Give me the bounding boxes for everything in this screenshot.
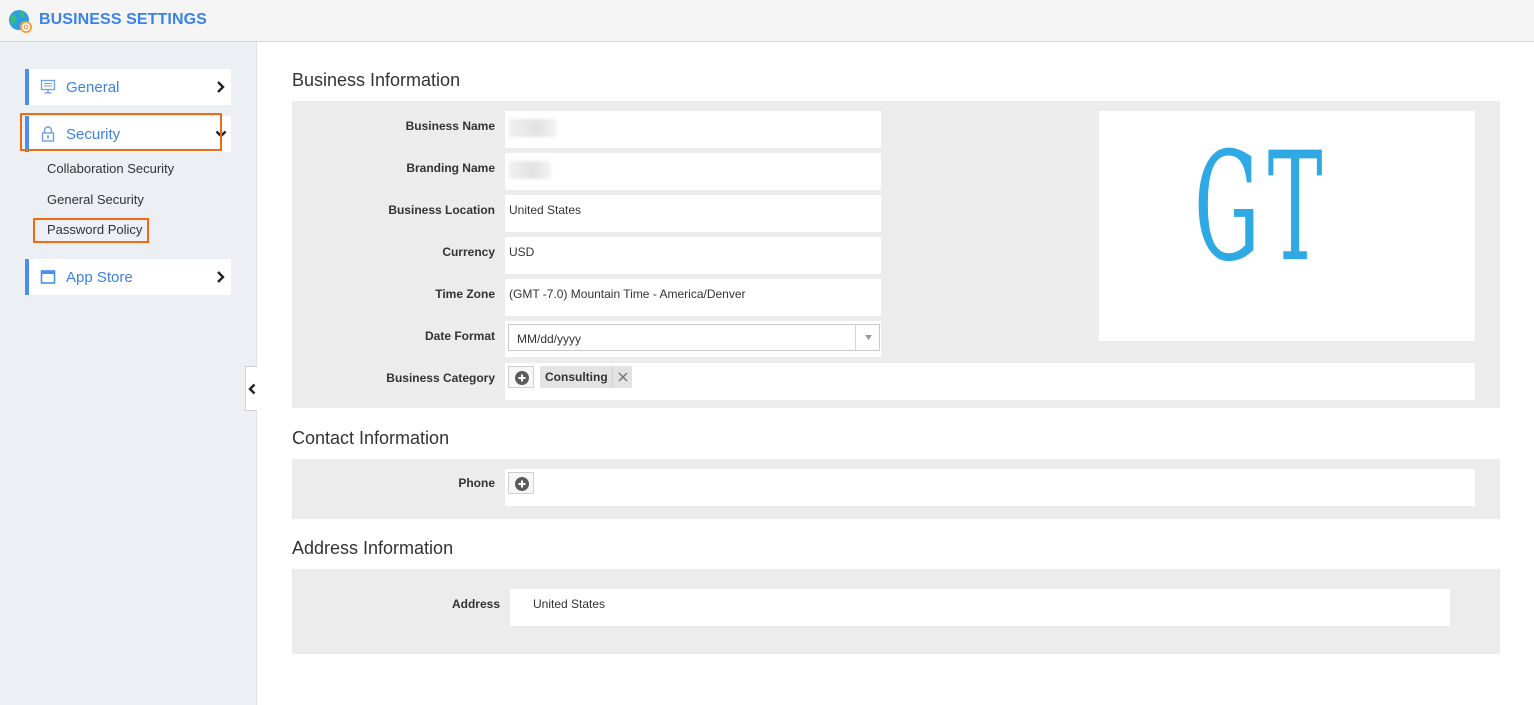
branding-name-field[interactable] [505,153,881,190]
time-zone-label: Time Zone [435,287,495,301]
phone-label: Phone [458,476,495,490]
chevron-right-icon [217,81,225,93]
address-information-panel: Address United States [292,569,1500,654]
redacted-value [509,161,551,179]
redacted-value [509,119,557,137]
dropdown-button[interactable] [855,325,879,350]
address-label: Address [451,597,500,611]
address-information-title: Address Information [292,538,454,558]
monitor-icon [40,79,56,94]
sidebar-collapse-button[interactable] [245,366,257,411]
remove-tag-button[interactable] [611,366,632,388]
date-format-label: Date Format [424,329,495,343]
top-bar: BUSINESS SETTINGS [0,0,1534,42]
add-category-button[interactable] [508,366,534,388]
sidebar-subitem-password-policy[interactable]: Password Policy [47,222,142,237]
branding-name-label: Branding Name [406,161,495,175]
sidebar-subitem-general-security[interactable]: General Security [47,192,144,207]
contact-information-title: Contact Information [292,428,450,448]
sidebar: General Security Collaboration Security … [0,42,257,705]
business-category-label: Business Category [386,371,495,385]
date-format-container: MM/dd/yyyy [505,321,881,357]
sidebar-item-security[interactable]: Security [25,116,231,152]
window-icon [40,270,56,284]
globe-gear-icon [9,10,32,33]
time-zone-field[interactable]: (GMT -7.0) Mountain Time - America/Denve… [505,279,881,316]
currency-label: Currency [442,245,495,259]
sidebar-item-app-store[interactable]: App Store [25,259,231,295]
business-name-field[interactable] [505,111,881,148]
plus-circle-icon [515,477,529,491]
lock-icon [41,126,55,142]
address-field[interactable]: United States [510,589,1450,626]
chevron-left-icon [248,383,256,395]
sidebar-subitem-collaboration-security[interactable]: Collaboration Security [47,161,174,176]
sidebar-item-label: App Store [66,269,133,286]
business-location-field[interactable]: United States [505,195,881,232]
currency-field[interactable]: USD [505,237,881,274]
phone-field [505,469,1475,506]
close-icon [618,372,628,382]
contact-information-panel: Phone [292,459,1500,519]
chevron-right-icon [217,271,225,283]
business-location-label: Business Location [388,203,495,217]
sidebar-item-label: Security [66,126,121,143]
app-title: BUSINESS SETTINGS [39,11,207,28]
sidebar-item-label: General [66,79,120,96]
chevron-down-icon [215,130,227,138]
business-category-field: Consulting [505,363,1475,400]
date-format-select[interactable]: MM/dd/yyyy [508,324,880,351]
sidebar-item-general[interactable]: General [25,69,231,105]
plus-circle-icon [515,371,529,385]
category-tag-label: Consulting [545,370,608,384]
logo-text: GT [1194,121,1331,295]
business-information-title: Business Information [292,70,461,90]
caret-down-icon [865,335,872,340]
business-name-label: Business Name [405,119,495,133]
business-logo[interactable]: GT [1099,111,1475,341]
add-phone-button[interactable] [508,472,534,494]
category-tag: Consulting [540,366,632,388]
